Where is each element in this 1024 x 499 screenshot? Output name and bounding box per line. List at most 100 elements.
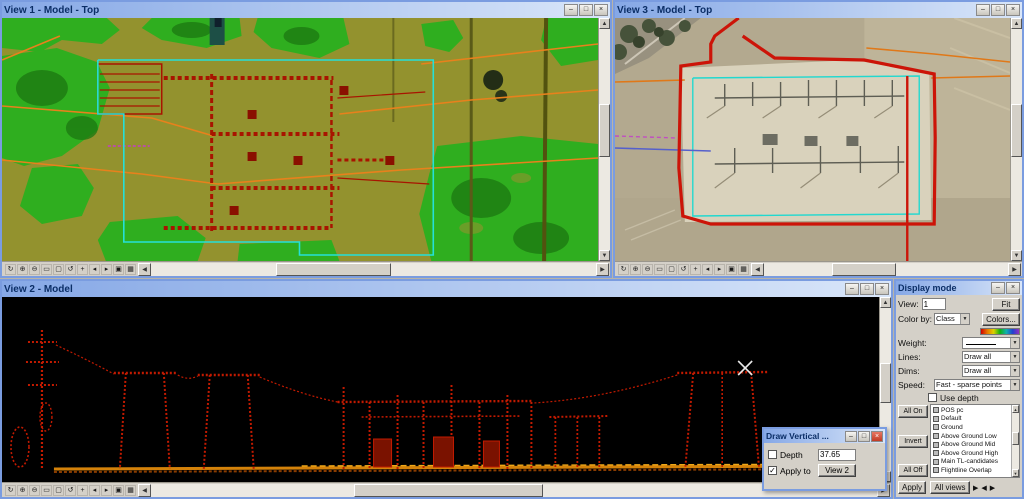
class-list-item[interactable]: Default [932,415,1010,424]
draw-vertical-titlebar[interactable]: Draw Vertical ... – □ × [764,429,885,443]
colors-button[interactable]: Colors... [982,313,1020,326]
close-icon[interactable]: × [594,4,608,16]
chevron-down-icon[interactable]: ▼ [1010,380,1019,390]
rotate-view-icon[interactable]: ↺ [65,485,76,496]
minimize-icon[interactable]: – [991,282,1005,294]
class-list-item[interactable]: POS pc [932,406,1010,415]
class-list-item[interactable]: Above Ground Mid [932,440,1010,449]
class-list[interactable]: ▲ ▼ POS pcDefaultGroundAbove Ground LowA… [930,404,1020,478]
scroll-thumb[interactable] [354,484,543,497]
zoom-out-icon[interactable]: ⊖ [29,264,40,275]
view1-vertical-scrollbar[interactable]: ▲ ▼ [598,18,610,261]
clip-volume-icon[interactable]: ▦ [738,264,749,275]
view-previous-icon[interactable]: ◂ [702,264,713,275]
all-on-button[interactable]: All On [898,405,928,418]
scroll-thumb[interactable] [832,263,895,276]
scroll-up-icon[interactable]: ▲ [1012,405,1019,413]
view3-vertical-scrollbar[interactable]: ▲ ▼ [1010,18,1022,261]
view3-titlebar[interactable]: View 3 - Model - Top – □ × [615,2,1022,18]
close-icon[interactable]: × [1006,4,1020,16]
use-depth-checkbox[interactable] [928,393,937,402]
scroll-track[interactable] [1012,413,1019,469]
minimize-icon[interactable]: – [976,4,990,16]
window-area-icon[interactable]: ▭ [654,264,665,275]
update-view-icon[interactable]: ↻ [5,485,16,496]
view-next-icon[interactable]: ▸ [714,264,725,275]
class-list-item[interactable]: Above Ground High [932,449,1010,458]
apply-button[interactable]: Apply [898,481,926,494]
view-number-input[interactable] [922,298,946,310]
depth-checkbox[interactable] [768,450,777,459]
view3-horizontal-scrollbar[interactable]: ◀ ▶ [751,263,1021,276]
close-icon[interactable]: × [871,431,883,442]
scroll-up-icon[interactable]: ▲ [1011,18,1022,29]
all-views-button[interactable]: All views [930,481,970,494]
view-previous-icon[interactable]: ◂ [89,264,100,275]
scroll-down-icon[interactable]: ▼ [1011,250,1022,261]
scroll-down-icon[interactable]: ▼ [1012,469,1019,477]
maximize-icon[interactable]: □ [991,4,1005,16]
view2-titlebar[interactable]: View 2 - Model – □ × [2,281,891,297]
view3-orthophoto-canvas[interactable] [615,18,1010,261]
window-area-icon[interactable]: ▭ [41,264,52,275]
maximize-icon[interactable]: □ [858,431,870,442]
fit-button[interactable]: Fit [992,298,1020,311]
zoom-in-icon[interactable]: ⊕ [630,264,641,275]
display-mode-titlebar[interactable]: Display mode – × [896,281,1022,295]
view-next-icon[interactable]: ▸ [101,485,112,496]
rotate-view-icon[interactable]: ↺ [678,264,689,275]
pan-view-icon[interactable]: + [77,264,88,275]
view-next-icon[interactable]: ▸ [101,264,112,275]
zoom-in-icon[interactable]: ⊕ [17,485,28,496]
clip-volume-icon[interactable]: ▦ [125,485,136,496]
zoom-in-icon[interactable]: ⊕ [17,264,28,275]
copy-view-icon[interactable]: ▣ [113,485,124,496]
all-off-button[interactable]: All Off [898,464,928,477]
scroll-track[interactable] [1011,29,1022,250]
apply-to-checkbox[interactable]: ✓ [768,466,777,475]
play-icon[interactable]: ▶ [973,484,978,492]
pan-view-icon[interactable]: + [77,485,88,496]
chevron-down-icon[interactable]: ▼ [1010,366,1019,376]
class-list-item[interactable]: Above Ground Low [932,432,1010,441]
view1-pointcloud-canvas[interactable] [2,18,598,261]
maximize-icon[interactable]: □ [579,4,593,16]
scroll-left-icon[interactable]: ◀ [138,263,151,276]
scroll-thumb[interactable] [880,363,891,402]
scroll-right-icon[interactable]: ▶ [596,263,609,276]
depth-input[interactable] [818,449,856,461]
scroll-thumb[interactable] [1011,104,1022,157]
minimize-icon[interactable]: – [845,283,859,295]
lines-dropdown[interactable]: Draw all ▼ [962,351,1020,363]
scroll-right-icon[interactable]: ▶ [1008,263,1021,276]
fit-view-icon[interactable]: ▢ [53,485,64,496]
chevron-down-icon[interactable]: ▼ [960,314,969,324]
copy-view-icon[interactable]: ▣ [726,264,737,275]
update-view-icon[interactable]: ↻ [5,264,16,275]
scroll-down-icon[interactable]: ▼ [599,250,610,261]
color-by-dropdown[interactable]: Class ▼ [934,313,970,325]
class-list-item[interactable]: Main TL-candidates [932,458,1010,467]
minimize-icon[interactable]: – [845,431,857,442]
class-list-item[interactable]: Ground [932,423,1010,432]
close-icon[interactable]: × [1006,282,1020,294]
minimize-icon[interactable]: – [564,4,578,16]
step-back-icon[interactable]: ◀ [981,484,986,492]
close-icon[interactable]: × [875,283,889,295]
clip-volume-icon[interactable]: ▦ [125,264,136,275]
view2-profile-canvas[interactable] [2,297,879,482]
class-list-item[interactable]: Flightline Overlap [932,466,1010,475]
scroll-track[interactable] [764,263,1008,276]
dims-dropdown[interactable]: Draw all ▼ [962,365,1020,377]
copy-view-icon[interactable]: ▣ [113,264,124,275]
view-previous-icon[interactable]: ◂ [89,485,100,496]
scroll-thumb[interactable] [599,104,610,157]
scroll-thumb[interactable] [1012,432,1019,445]
step-forward-icon[interactable]: ▶ [990,484,995,492]
fit-view-icon[interactable]: ▢ [53,264,64,275]
maximize-icon[interactable]: □ [860,283,874,295]
view1-horizontal-scrollbar[interactable]: ◀ ▶ [138,263,609,276]
apply-to-view-button[interactable]: View 2 [818,464,856,477]
view1-titlebar[interactable]: View 1 - Model - Top – □ × [2,2,610,18]
window-area-icon[interactable]: ▭ [41,485,52,496]
